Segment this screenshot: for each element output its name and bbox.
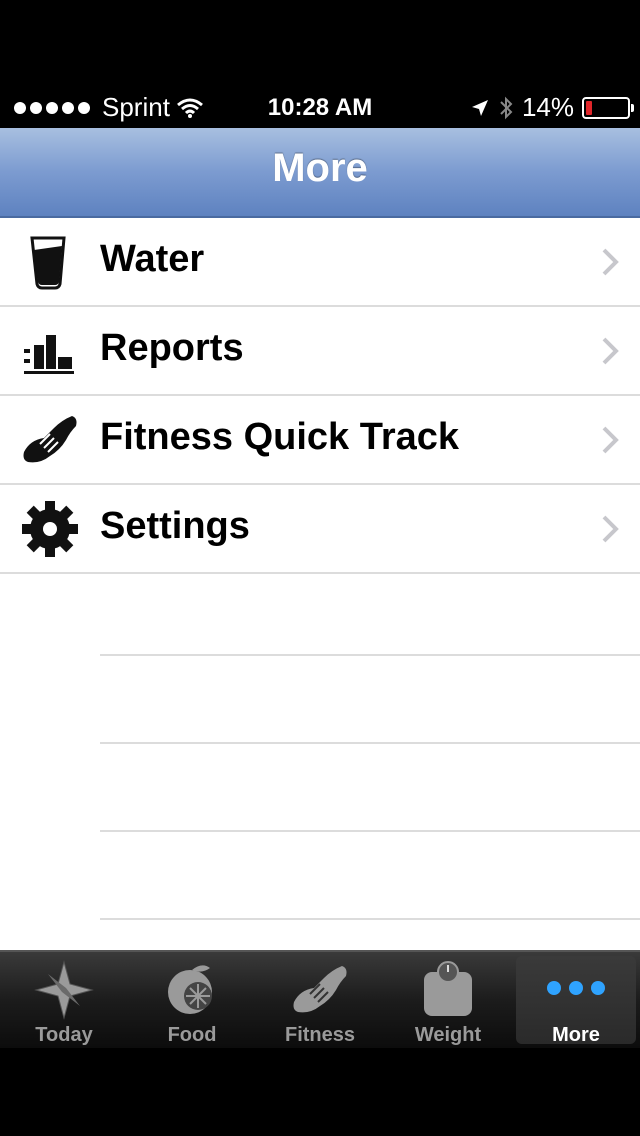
tab-bar: Today Food Fitness Weight More bbox=[0, 950, 640, 1048]
more-dots-icon bbox=[547, 981, 605, 995]
menu-item-water[interactable]: Water bbox=[0, 218, 640, 307]
menu-item-label: Reports bbox=[100, 327, 244, 369]
running-shoe-icon bbox=[23, 416, 77, 463]
tab-weight[interactable]: Weight bbox=[388, 956, 508, 1046]
chevron-right-icon bbox=[602, 426, 619, 454]
empty-row-separator bbox=[100, 918, 640, 920]
fruit-icon bbox=[168, 965, 212, 1014]
chevron-right-icon bbox=[602, 515, 619, 543]
tab-label: Fitness bbox=[284, 1024, 356, 1046]
empty-row-separator bbox=[100, 742, 640, 744]
running-shoe-icon bbox=[293, 966, 347, 1013]
tab-today[interactable]: Today bbox=[4, 956, 124, 1046]
battery-level bbox=[586, 100, 592, 115]
gear-icon bbox=[22, 501, 78, 557]
menu-item-settings[interactable]: Settings bbox=[0, 485, 640, 574]
compass-star-icon bbox=[34, 960, 94, 1020]
menu-item-label: Settings bbox=[100, 505, 250, 547]
bar-chart-icon bbox=[24, 335, 74, 374]
page-title: More bbox=[272, 146, 368, 190]
chevron-right-icon bbox=[602, 248, 619, 276]
empty-row-separator bbox=[100, 654, 640, 656]
battery-percent: 14% bbox=[521, 92, 574, 122]
menu-item-reports[interactable]: Reports bbox=[0, 307, 640, 396]
scale-icon bbox=[424, 961, 472, 1016]
tab-fitness[interactable]: Fitness bbox=[260, 956, 380, 1046]
empty-row-separator bbox=[100, 830, 640, 832]
status-bar: Sprint 10:28 AM 14% bbox=[0, 88, 640, 128]
tab-label: More bbox=[552, 1024, 600, 1046]
menu-item-fitness-quick-track[interactable]: Fitness Quick Track bbox=[0, 396, 640, 485]
battery-icon bbox=[582, 96, 634, 119]
tab-more[interactable]: More bbox=[516, 956, 636, 1046]
location-arrow-icon bbox=[471, 99, 488, 116]
more-menu-list: Water Reports Fitness Quick Track Settin… bbox=[0, 218, 640, 950]
bluetooth-icon bbox=[500, 96, 513, 119]
navigation-bar: More bbox=[0, 128, 640, 218]
menu-item-label: Fitness Quick Track bbox=[100, 416, 460, 458]
water-glass-icon bbox=[30, 236, 66, 290]
chevron-right-icon bbox=[602, 337, 619, 365]
menu-item-label: Water bbox=[100, 238, 205, 280]
tab-label: Food bbox=[167, 1024, 217, 1046]
tab-label: Weight bbox=[414, 1024, 482, 1046]
tab-food[interactable]: Food bbox=[132, 956, 252, 1046]
tab-label: Today bbox=[35, 1024, 93, 1046]
